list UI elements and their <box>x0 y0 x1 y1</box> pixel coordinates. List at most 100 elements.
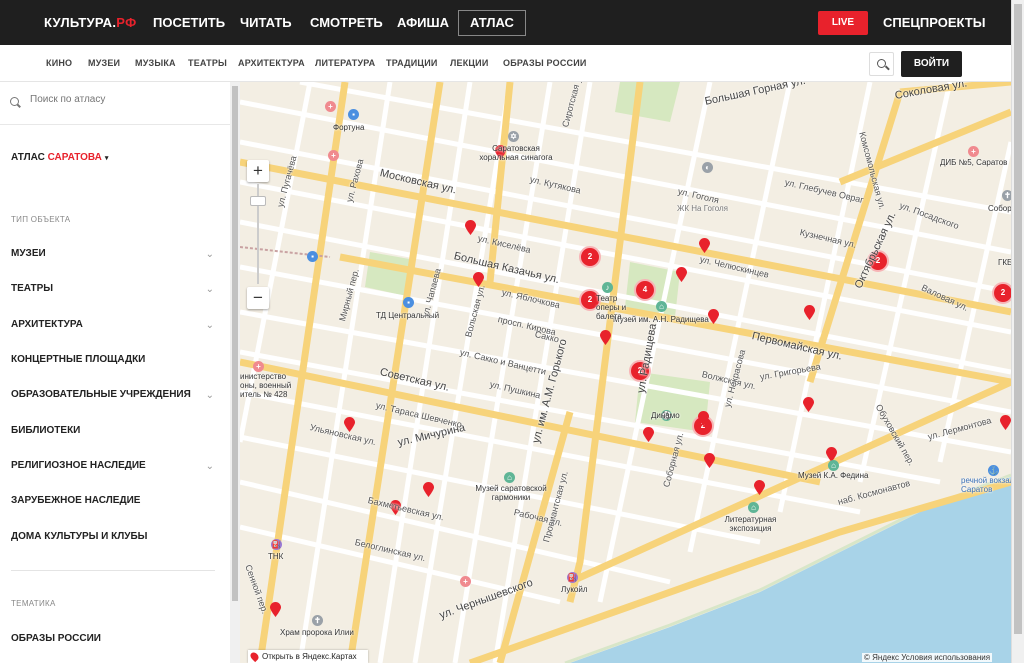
sidebar-item-libraries[interactable]: БИБЛИОТЕКИ <box>11 425 216 436</box>
category-architecture[interactable]: АРХИТЕКТУРА <box>238 58 305 68</box>
sidebar-scrollbar[interactable] <box>230 82 240 663</box>
sidebar-item-education[interactable]: ОБРАЗОВАТЕЛЬНЫЕ УЧРЕЖДЕНИЯ ⌄ <box>11 389 216 401</box>
zoom-in-button[interactable]: + <box>247 160 269 182</box>
gas-station-icon: ⛽ <box>567 572 578 583</box>
map-copyright[interactable]: © Яндекс Условия использования <box>862 653 993 662</box>
category-kino[interactable]: КИНО <box>46 58 72 68</box>
map-label: ТНК <box>268 552 284 561</box>
chevron-down-icon: ⌄ <box>205 284 214 295</box>
sidebar-item-museums[interactable]: МУЗЕИ ⌄ <box>11 248 216 260</box>
map-pin[interactable] <box>465 220 476 235</box>
museum-icon: ⌂ <box>656 301 667 312</box>
map-label: Театр оперы и балета <box>596 294 627 321</box>
atlas-sidebar: АТЛАС САРАТОВА▾ ТИП ОБЪЕКТА МУЗЕИ⌄ ТЕАТР… <box>0 82 230 663</box>
category-images-of-russia[interactable]: ОБРАЗЫ РОССИИ <box>503 58 587 68</box>
map-label: инистерство оны, военный итель № 428 <box>240 372 292 399</box>
map-pin[interactable] <box>708 309 719 324</box>
category-theatres[interactable]: ТЕАТРЫ <box>188 58 227 68</box>
museum-icon: ⌂ <box>748 502 759 513</box>
category-lectures[interactable]: ЛЕКЦИИ <box>450 58 489 68</box>
map-pin[interactable] <box>804 305 815 320</box>
site-logo[interactable]: КУЛЬТУРА.РФ <box>44 15 136 30</box>
category-literature[interactable]: ЛИТЕРАТУРА <box>315 58 375 68</box>
map-label: речной вокзал Саратов <box>961 476 1011 494</box>
page-scrollbar-thumb[interactable] <box>1014 4 1022 634</box>
sidebar-item-culture-houses[interactable]: ДОМА КУЛЬТУРЫ И КЛУБЫ <box>11 531 216 542</box>
map-pin[interactable] <box>698 411 709 426</box>
map-label: Собор Свято <box>988 204 1011 213</box>
map-cluster[interactable]: 2 <box>579 246 601 268</box>
map-pin[interactable] <box>1000 415 1011 430</box>
nav-afisha[interactable]: АФИША <box>397 15 449 30</box>
map-pin-icon <box>248 650 261 663</box>
church-icon: ✝ <box>1002 190 1011 201</box>
page-scrollbar[interactable] <box>1011 0 1024 663</box>
shop-icon: ▪ <box>348 109 359 120</box>
map-label: Фортуна <box>333 123 365 132</box>
top-navigation-bar: КУЛЬТУРА.РФ ПОСЕТИТЬ ЧИТАТЬ СМОТРЕТЬ АФИ… <box>0 0 1011 45</box>
shop-icon: ▪ <box>403 297 414 308</box>
category-museums[interactable]: МУЗЕИ <box>88 58 120 68</box>
pharmacy-icon: + <box>325 101 336 112</box>
caret-down-icon: ▾ <box>104 155 109 162</box>
category-traditions[interactable]: ТРАДИЦИИ <box>386 58 438 68</box>
sidebar-scrollbar-thumb[interactable] <box>232 86 238 601</box>
chevron-down-icon: ⌄ <box>205 249 214 260</box>
museum-icon: ⌂ <box>504 472 515 483</box>
map-label: Саратовская хоральная синагога <box>479 144 553 162</box>
nav-watch[interactable]: СМОТРЕТЬ <box>310 15 383 30</box>
map-label: ЖК На Гоголя <box>677 204 728 213</box>
map-label: Литературная экспозиция <box>724 515 777 533</box>
pharmacy-icon: + <box>328 150 339 161</box>
sidebar-item-religious-heritage[interactable]: РЕЛИГИОЗНОЕ НАСЛЕДИЕ ⌄ <box>11 460 216 472</box>
nav-visit[interactable]: ПОСЕТИТЬ <box>153 15 225 30</box>
object-type-heading: ТИП ОБЪЕКТА <box>11 215 71 224</box>
theme-heading: ТЕМАТИКА <box>11 599 56 608</box>
login-button[interactable]: ВОЙТИ <box>901 51 962 77</box>
map-pin[interactable] <box>704 453 715 468</box>
map-cluster[interactable]: 2 <box>992 282 1011 304</box>
sidebar-item-images-of-russia[interactable]: ОБРАЗЫ РОССИИ <box>11 633 216 644</box>
map-canvas[interactable]: 2 2 4 2 2 2 2 + + ▪ ✡ ◐ + ✝ ▪ ▪ ♪ ⌂ + ⚽ … <box>240 82 1011 663</box>
zoom-slider-handle[interactable] <box>250 196 266 206</box>
map-pin[interactable] <box>270 602 281 617</box>
map-label: ДИБ №5, Саратов <box>940 158 1008 167</box>
map-zoom-control: + − <box>247 160 269 310</box>
map-pin[interactable] <box>754 480 765 495</box>
sidebar-item-concert-venues[interactable]: КОНЦЕРТНЫЕ ПЛОЩАДКИ <box>11 354 216 365</box>
atlas-city-selector[interactable]: АТЛАС САРАТОВА ▾ <box>11 152 108 163</box>
chevron-down-icon: ⌄ <box>205 390 214 401</box>
map-pin[interactable] <box>676 267 687 282</box>
map-label: Храм пророка Илии <box>280 628 354 637</box>
live-button[interactable]: LIVE <box>818 11 868 35</box>
river-station-icon: ⚓ <box>988 465 999 476</box>
nav-read[interactable]: ЧИТАТЬ <box>240 15 292 30</box>
category-music[interactable]: МУЗЫКА <box>135 58 176 68</box>
map-pin[interactable] <box>643 427 654 442</box>
map-label: Музей К.А. Федина <box>798 471 869 480</box>
synagogue-icon: ✡ <box>508 131 519 142</box>
chevron-down-icon: ⌄ <box>205 461 214 472</box>
museum-icon: ⌂ <box>828 460 839 471</box>
nav-atlas[interactable]: АТЛАС <box>458 10 526 36</box>
sidebar-divider <box>11 570 215 571</box>
sidebar-item-architecture[interactable]: АРХИТЕКТУРА ⌄ <box>11 319 216 331</box>
map-label: Музей саратовской гармоники <box>475 484 547 502</box>
map-label: ГКБ <box>998 258 1011 267</box>
hospital-icon: + <box>968 146 979 157</box>
map-pin[interactable] <box>423 482 434 497</box>
gas-station-icon: ⛽ <box>271 539 282 550</box>
atlas-search <box>0 82 230 125</box>
open-in-yandex-maps-link[interactable]: Открыть в Яндекс.Картах <box>248 650 368 663</box>
map-cluster[interactable]: 4 <box>634 279 656 301</box>
nav-special-projects[interactable]: СПЕЦПРОЕКТЫ <box>883 15 985 30</box>
map-pin[interactable] <box>699 238 710 253</box>
zoom-out-button[interactable]: − <box>247 287 269 309</box>
map-label: Динамо <box>651 411 680 420</box>
map-pin[interactable] <box>803 397 814 412</box>
sidebar-item-foreign-heritage[interactable]: ЗАРУБЕЖНОЕ НАСЛЕДИЕ <box>11 495 216 506</box>
search-button[interactable] <box>869 52 894 76</box>
map-pin[interactable] <box>600 330 611 345</box>
sidebar-item-theatres[interactable]: ТЕАТРЫ ⌄ <box>11 283 216 295</box>
atlas-search-input[interactable] <box>30 94 210 105</box>
